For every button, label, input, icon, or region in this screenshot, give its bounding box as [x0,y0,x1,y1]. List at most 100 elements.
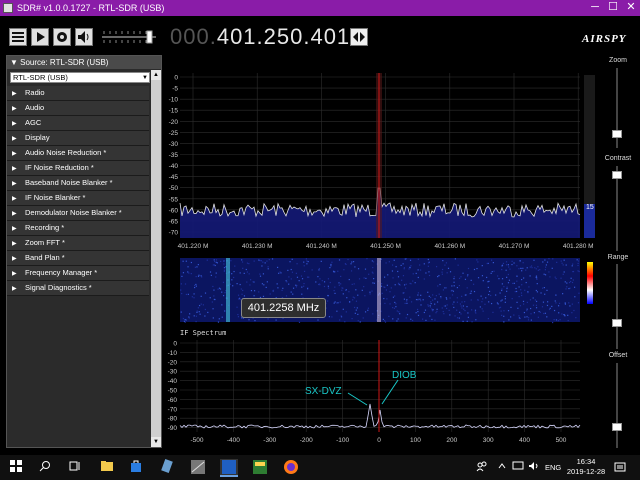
notification-icon[interactable] [614,461,626,475]
waterfall-noise [236,283,238,285]
waterfall-noise [427,304,429,306]
waterfall-noise [253,260,255,262]
chevron-up-icon[interactable] [497,461,507,473]
waterfall-noise [405,258,408,260]
waterfall-noise [535,275,538,277]
waterfall-noise [340,283,342,285]
waterfall-noise [285,280,287,282]
waterfall-noise [564,281,566,283]
language-indicator[interactable]: ENG [545,463,561,472]
clock[interactable]: 16:34 2019-12-28 [566,457,606,477]
waterfall-noise [506,276,508,278]
waterfall-noise [268,259,270,261]
waterfall-noise [396,310,398,312]
spectrum-display[interactable]: 0 -5 -10 -15 -20 -25 -30 -35 -40 -45 -50 -55 -60 -65 -… [0,0,640,455]
waterfall-noise [296,263,298,265]
if-x-tick: -500 [190,437,203,444]
task-view-icon[interactable] [66,459,84,477]
waterfall-noise [567,314,569,316]
waterfall-noise [357,268,360,270]
waterfall-noise [303,265,305,267]
range-slider-thumb[interactable] [612,319,622,327]
waterfall-noise [520,267,522,269]
store-icon[interactable] [127,459,145,477]
waterfall-noise [503,315,505,317]
waterfall-noise [181,292,183,295]
waterfall-noise [330,265,332,267]
spectrum-y-tick: -10 [169,97,179,104]
contrast-slider-thumb[interactable] [612,171,622,179]
waterfall-noise [184,283,187,285]
waterfall-noise [449,314,451,316]
waterfall-noise [512,282,514,285]
network-icon[interactable] [512,461,524,473]
waterfall-noise [331,261,333,263]
file-explorer-icon[interactable] [98,459,116,477]
waterfall-noise [305,258,307,260]
waterfall-noise [577,262,579,265]
app-icon-1[interactable] [189,459,207,477]
waterfall-noise [295,272,298,274]
waterfall-noise [474,311,476,313]
waterfall-noise [441,273,443,275]
waterfall-noise [474,309,477,311]
waterfall-noise [508,279,511,281]
waterfall-noise [306,263,308,265]
waterfall-noise [289,261,291,263]
waterfall-noise [303,261,305,263]
firefox-icon[interactable] [282,459,300,477]
people-icon[interactable] [476,461,488,475]
contrast-slider[interactable] [612,166,622,251]
contrast-label: Contrast [604,155,632,162]
waterfall-noise [475,312,477,314]
spectrum-x-tick: 401.280 M [563,243,594,250]
waterfall-noise [482,310,484,312]
if-y-tick: -80 [168,416,178,423]
waterfall-noise [436,301,439,303]
waterfall-noise [537,269,539,271]
zoom-slider-thumb[interactable] [612,130,622,138]
search-icon[interactable] [36,459,54,477]
if-y-tick: -10 [168,350,178,357]
waterfall-noise [342,287,344,289]
waterfall-noise [241,293,243,295]
waterfall-noise [196,266,198,268]
windows-start-icon[interactable] [7,459,25,477]
waterfall-noise [331,316,333,318]
zoom-slider[interactable] [612,68,622,148]
waterfall-noise [521,267,523,270]
waterfall-noise [296,276,299,278]
waterfall-noise [553,319,555,321]
waterfall-noise [195,320,197,323]
waterfall-noise [409,266,411,268]
app-icon-2[interactable] [251,459,269,477]
range-slider[interactable] [612,264,622,349]
annotation-sx-dvz: SX-DVZ [305,386,342,397]
sdrsharp-taskbar-icon[interactable] [220,459,238,477]
offset-slider-thumb[interactable] [612,423,622,431]
waterfall-noise [467,316,469,318]
waterfall-noise [238,298,240,300]
waterfall-noise [222,295,225,297]
offset-slider[interactable] [612,363,622,448]
tablet-app-icon[interactable] [158,458,176,477]
waterfall-noise [560,260,562,262]
waterfall-noise [397,318,399,320]
waterfall-noise [277,287,279,289]
waterfall-noise [359,321,361,323]
waterfall-noise [562,264,564,266]
waterfall-noise [415,272,417,275]
waterfall-noise [470,292,472,294]
waterfall-noise [453,301,455,303]
waterfall-noise [336,302,338,304]
volume-icon[interactable] [528,461,540,473]
waterfall-noise [350,270,353,272]
waterfall-noise [209,271,212,273]
waterfall-noise [266,260,268,262]
waterfall-noise [572,279,574,281]
waterfall-noise [487,318,489,320]
waterfall-noise [566,286,568,288]
waterfall-noise [443,313,445,315]
waterfall-noise [420,294,422,296]
waterfall-noise [204,308,206,311]
